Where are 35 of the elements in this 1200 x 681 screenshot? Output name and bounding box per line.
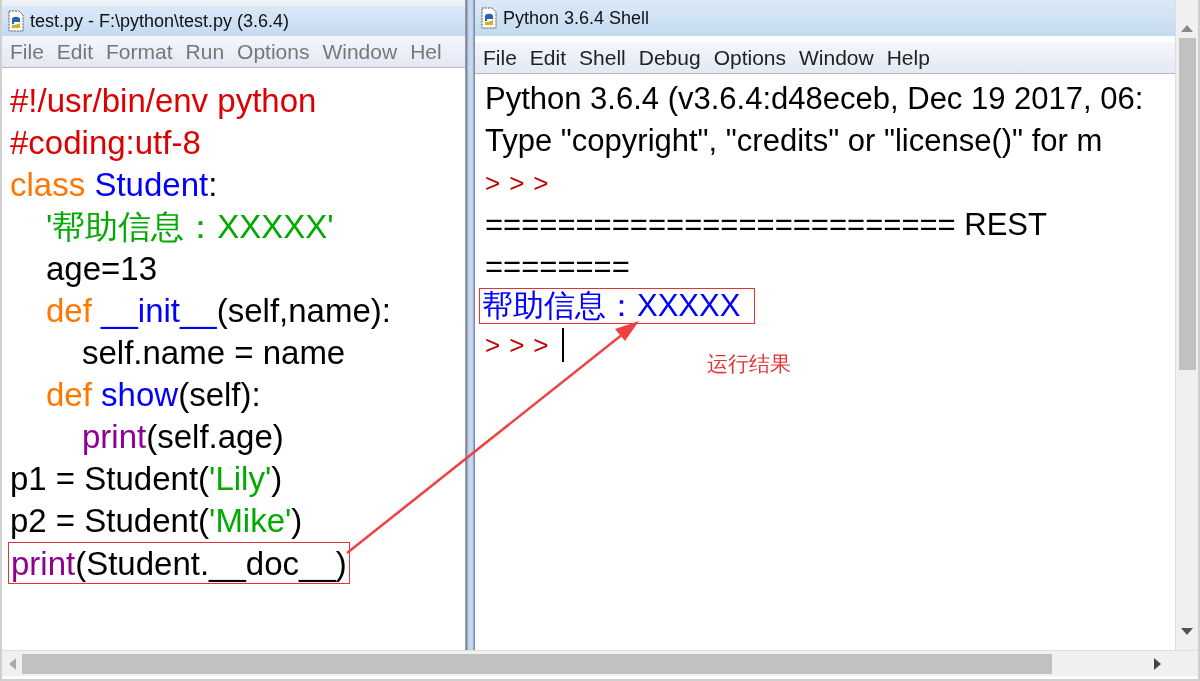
menu-item[interactable]: Run: [181, 39, 234, 64]
code-line: p2 = Student('Mike'): [9, 501, 304, 541]
shell-output: ========================== REST: [485, 206, 1047, 244]
menu-item[interactable]: Edit: [525, 45, 576, 70]
menu-item[interactable]: Window: [795, 45, 883, 70]
menu-item[interactable]: File: [6, 39, 53, 64]
menu-item[interactable]: Options: [709, 45, 795, 70]
menu-item[interactable]: Shell: [575, 45, 635, 70]
menu-item[interactable]: Format: [102, 39, 182, 64]
code-line: #!/usr/bin/env python: [9, 81, 318, 121]
menu-item[interactable]: Help: [882, 45, 939, 70]
menu-item[interactable]: Hel: [406, 39, 451, 64]
window-title: Python 3.6.4 Shell: [503, 7, 650, 29]
code-line: print(self.age): [81, 417, 285, 457]
shell-prompt: >>>: [485, 167, 558, 200]
window-title: test.py - F:\python\test.py (3.6.4): [30, 10, 290, 32]
menu-item[interactable]: File: [479, 45, 526, 70]
menu-item[interactable]: Window: [318, 39, 407, 64]
code-line: #coding:utf-8: [9, 123, 202, 163]
code-line: '帮助信息：XXXXX': [45, 207, 335, 247]
code-line: def __init__(self,name):: [45, 291, 392, 331]
menu-item[interactable]: Debug: [634, 45, 710, 70]
menu-item[interactable]: Edit: [52, 39, 103, 64]
code-line: p1 = Student('Lily'): [9, 459, 284, 499]
code-line: age=13: [45, 249, 159, 289]
shell-output: Type "copyright", "credits" or "license()" for m: [485, 122, 1103, 160]
menu-item[interactable]: Options: [233, 39, 319, 64]
shell-output: Python 3.6.4 (v3.6.4:d48eceb, Dec 19 2017, 06:: [485, 80, 1144, 118]
code-line: def show(self):: [45, 375, 262, 415]
shell-output: 帮助信息：XXXXX: [482, 287, 741, 325]
annotation-label: 运行结果: [707, 351, 791, 377]
code-line: self.name = name: [81, 333, 347, 373]
shell-output: ========: [485, 248, 630, 286]
shell-prompt: >>>: [485, 329, 558, 362]
code-line: class Student:: [9, 165, 219, 205]
